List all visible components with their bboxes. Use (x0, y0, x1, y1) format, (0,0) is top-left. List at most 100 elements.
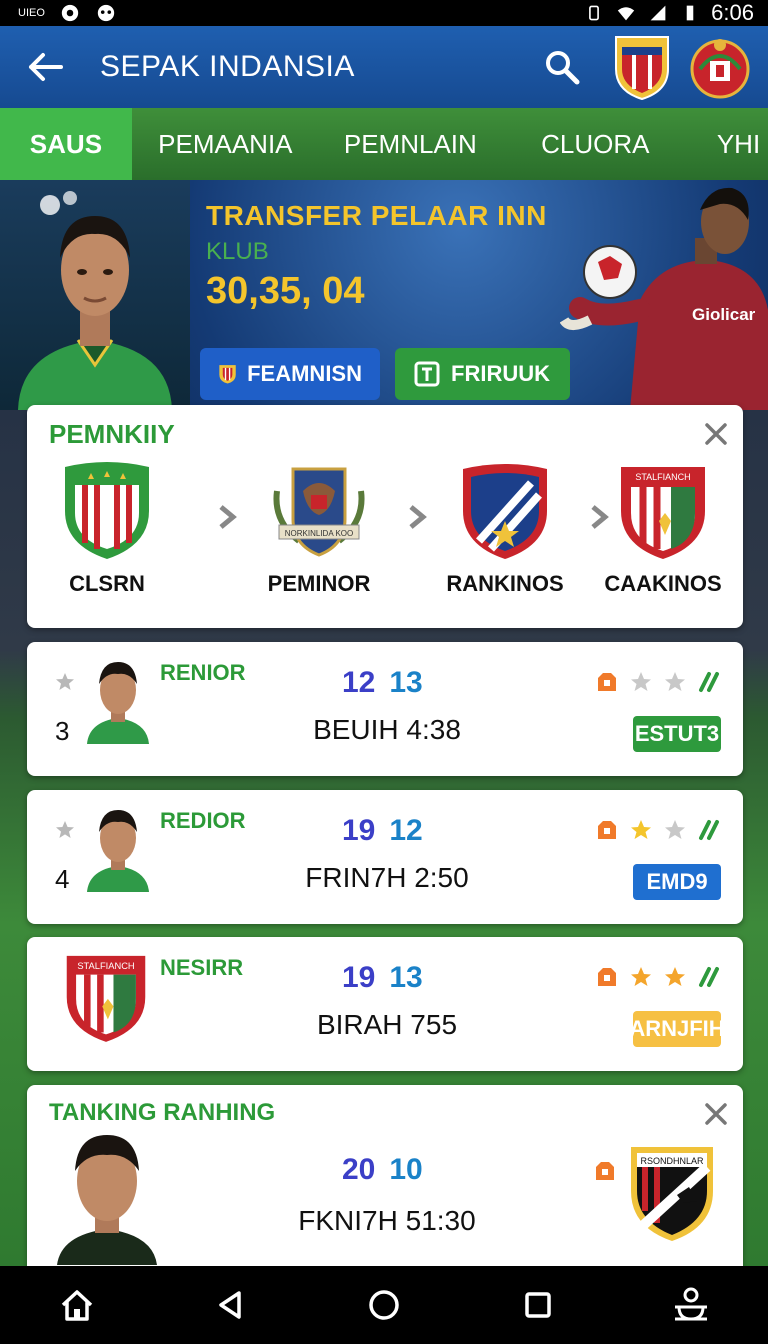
match-time: FKNI7H 51:30 (298, 1205, 476, 1236)
pipeline-step-caakinos[interactable]: STALFIANCH CAAKINOS (583, 461, 743, 597)
feamnisn-button[interactable]: FEAMNISN (200, 348, 380, 400)
status-badge[interactable]: EMD9 (633, 864, 721, 900)
row-actions (595, 818, 721, 842)
arrow-left-icon (29, 53, 63, 81)
back-nav-button[interactable] (200, 1275, 260, 1335)
circle-home-icon (369, 1290, 399, 1320)
search-button[interactable] (532, 37, 592, 97)
status-badge-label: EMD9 (646, 869, 708, 894)
star-outline-icon[interactable] (663, 818, 687, 842)
clock: 6:06 (711, 0, 754, 25)
star-filled-icon[interactable] (663, 965, 687, 989)
tab-bar: SAUS PEMAANIA PEMNLAIN CLUORA YHI (0, 108, 768, 180)
club-crest-text: STALFIANCH (77, 961, 134, 971)
tab-label: PEMAANIA (158, 128, 293, 159)
tab-pemaania[interactable]: PEMAANIA (132, 108, 319, 180)
trend-icon[interactable] (697, 965, 721, 989)
star-outline-icon[interactable] (663, 670, 687, 694)
tab-pemnlain[interactable]: PEMNLAIN (319, 108, 502, 180)
black-white-shield-icon: RSONDHNLAR (631, 1147, 713, 1241)
score-home: 20 (342, 1153, 376, 1186)
home-icon (61, 1290, 92, 1321)
club-crest-icon: STALFIANCH (66, 955, 146, 1042)
chevron-right-icon (219, 505, 237, 529)
star-filled-icon[interactable] (629, 965, 653, 989)
home-button[interactable] (47, 1275, 107, 1335)
avatar (87, 810, 149, 892)
status-badge-label: ESTUT3 (634, 721, 720, 746)
square-recents-icon (524, 1292, 551, 1318)
transfer-hero-banner: TRANSFER PELAAR INN KLUB 30,35, 04 FEAMN… (0, 180, 768, 410)
step-label: CLSRN (69, 571, 145, 596)
jersey-icon[interactable] (593, 1159, 617, 1183)
red-blue-shield-icon (463, 464, 547, 559)
battery-icon (686, 5, 694, 21)
eagle-crest-icon: NORKINLIDA KOO (273, 467, 365, 557)
back-button[interactable] (0, 26, 90, 108)
button-label: FEAMNISN (247, 361, 362, 386)
transfer-icon (414, 361, 440, 387)
status-bar: UIEO 6:06 (0, 0, 768, 26)
jersey-text: Giolicar (692, 305, 756, 324)
app-bar: SEPAK INDANSIA (0, 26, 768, 108)
trend-icon[interactable] (697, 818, 721, 842)
avatar (87, 662, 149, 744)
close-icon[interactable] (703, 1101, 729, 1127)
pipeline-step-peminor[interactable]: NORKINLIDA KOO PEMINOR (239, 461, 399, 597)
match-time: BEUIH 4:38 (313, 714, 461, 745)
table-row[interactable]: STALFIANCH NESIRR 19 13 BIRAH 755 ARNJFIH (27, 937, 743, 1071)
profile-button[interactable] (661, 1275, 721, 1335)
tab-yhi[interactable]: YHI (689, 108, 768, 180)
score-away: 13 (389, 666, 423, 699)
player-name: REDIOR (160, 808, 246, 833)
table-row[interactable]: 4 REDIOR 19 12 FRIN7H 2:50 EMD9 (27, 790, 743, 924)
signal-icon (650, 5, 666, 21)
striped-shield-icon: STALFIANCH (621, 467, 705, 559)
score-away: 12 (389, 814, 423, 847)
friruuk-button[interactable]: FRIRUUK (395, 348, 570, 400)
rank-number: 4 (55, 864, 70, 894)
score-home: 19 (342, 961, 376, 994)
tab-label: SAUS (29, 128, 103, 159)
rank-number: 3 (55, 716, 70, 746)
card-title: PEMNKIIY (49, 419, 175, 449)
recents-button[interactable] (508, 1275, 568, 1335)
score-away: 13 (389, 961, 423, 994)
game-icon (97, 4, 115, 22)
notification-icon (61, 4, 79, 22)
status-badge[interactable]: ARNJFIH (629, 1011, 725, 1047)
vibrate-icon (589, 5, 600, 21)
tab-label: CLUORA (541, 128, 650, 159)
table-row[interactable]: 3 RENIOR 12 13 BEUIH 4:38 ESTUT3 (27, 642, 743, 776)
row-actions (595, 965, 721, 989)
jersey-icon[interactable] (595, 670, 619, 694)
close-icon[interactable] (703, 421, 729, 447)
profile-crest-icon[interactable] (690, 33, 750, 101)
trend-icon[interactable] (697, 670, 721, 694)
star-icon (56, 821, 74, 838)
crest-text: RSONDHNLAR (640, 1156, 704, 1166)
step-label: PEMINOR (267, 571, 371, 596)
tab-saus[interactable]: SAUS (0, 108, 132, 180)
step-badge-text: STALFIANCH (635, 472, 690, 482)
row-actions (595, 670, 721, 694)
transfer-pipeline-card: PEMNKIIY CLSRN NORKINLIDA KOO PEMINOR RA… (27, 405, 743, 628)
search-icon (546, 51, 580, 85)
home-circle-button[interactable] (354, 1275, 414, 1335)
hero-subtitle: KLUB (206, 238, 269, 265)
tab-cluora[interactable]: CLUORA (502, 108, 689, 180)
pipeline-step-clsrn[interactable]: CLSRN (27, 461, 187, 597)
transfer-value: 30,35, 04 (206, 270, 365, 312)
star-outline-icon[interactable] (629, 670, 653, 694)
star-filled-icon[interactable] (629, 818, 653, 842)
jersey-icon[interactable] (595, 965, 619, 989)
match-time: FRIN7H 2:50 (305, 862, 469, 893)
button-label: FRIRUUK (451, 361, 550, 386)
tab-label: PEMNLAIN (343, 128, 477, 159)
club-badge-icon[interactable] (612, 33, 672, 101)
jersey-icon[interactable] (595, 818, 619, 842)
status-badge[interactable]: ESTUT3 (633, 716, 721, 752)
match-score: 12 13 (342, 666, 423, 700)
pipeline-step-rankinos[interactable]: RANKINOS (425, 461, 585, 597)
card-title: TANKING RANHING (49, 1099, 276, 1126)
